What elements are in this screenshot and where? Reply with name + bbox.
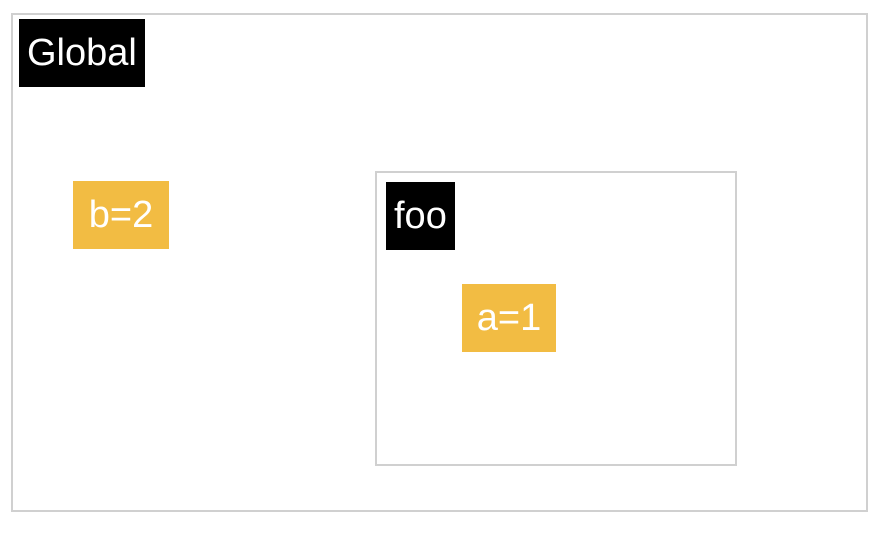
- global-scope-label: Global: [19, 19, 145, 87]
- variable-a: a=1: [462, 284, 556, 352]
- global-scope-box: Global b=2 foo a=1: [11, 13, 868, 512]
- foo-scope-label: foo: [386, 182, 455, 250]
- foo-scope-box: foo a=1: [375, 171, 737, 466]
- variable-b: b=2: [73, 181, 169, 249]
